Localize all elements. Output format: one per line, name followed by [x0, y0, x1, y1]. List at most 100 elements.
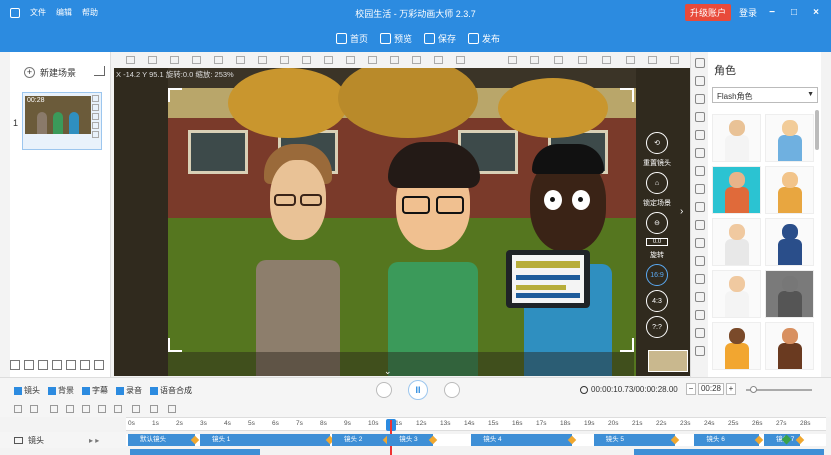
frame-corner[interactable] [168, 88, 182, 102]
align-icon[interactable] [50, 405, 58, 413]
distribute-h-icon[interactable] [346, 56, 355, 64]
grid-icon[interactable] [670, 56, 679, 64]
video-icon[interactable] [695, 220, 705, 230]
camera-segment[interactable]: 镜头 1 [200, 434, 330, 446]
new-scene-button[interactable]: + 新建场景 [24, 66, 76, 79]
camera-segment[interactable]: 默认镜头 [128, 434, 196, 446]
scene-elements-icon[interactable] [695, 58, 705, 68]
align-left-icon[interactable] [214, 56, 223, 64]
music-icon[interactable] [695, 202, 705, 212]
tab-record[interactable]: 录音 [116, 385, 142, 396]
track-segment[interactable] [130, 449, 260, 455]
scene-star-icon[interactable] [92, 131, 99, 138]
scene-more-icon[interactable] [94, 360, 104, 370]
copy-icon[interactable] [168, 405, 176, 413]
save-button[interactable]: 保存 [424, 32, 456, 45]
delete-icon[interactable] [648, 56, 657, 64]
home-button[interactable]: 首页 [336, 32, 368, 45]
comment-icon[interactable] [695, 148, 705, 158]
special-icon[interactable] [695, 238, 705, 248]
shape-icon[interactable] [695, 112, 705, 122]
track-segment[interactable] [634, 449, 824, 455]
paste-icon[interactable] [578, 56, 587, 64]
folder-icon[interactable] [695, 184, 705, 194]
hand-icon[interactable] [695, 274, 705, 284]
image-icon[interactable] [695, 76, 705, 86]
camera-track[interactable]: 默认镜头镜头 1镜头 2镜头 3镜头 4镜头 5镜头 6镜头 7 [126, 434, 826, 446]
ratio-4-3-button[interactable]: 4:3 [646, 290, 668, 312]
character-thumbnail[interactable] [712, 218, 761, 266]
character-category-select[interactable]: Flash角色 ▼ [712, 87, 818, 103]
expand-down-icon[interactable]: ⌄ [384, 366, 392, 376]
airplane-icon[interactable] [695, 256, 705, 266]
frame-corner[interactable] [620, 338, 634, 352]
camera-frame[interactable] [168, 88, 634, 352]
undo-icon[interactable] [126, 56, 135, 64]
tab-tts[interactable]: 语音合成 [150, 385, 192, 396]
stage-canvas[interactable]: X -14.2 Y 95.1 旋转:0.0 缩放: 253% ⟲ 重置镜头 ⌂ … [114, 68, 690, 376]
collapse-panel-icon[interactable]: › [680, 206, 683, 217]
filter-icon[interactable] [30, 405, 38, 413]
align-middle-icon[interactable] [302, 56, 311, 64]
align-icon[interactable] [114, 405, 122, 413]
lock-canvas-icon[interactable] [554, 56, 563, 64]
character-thumbnail[interactable] [765, 270, 814, 318]
reset-camera-button[interactable]: ⟲ [646, 132, 668, 154]
distribute-v-icon[interactable] [368, 56, 377, 64]
scene-delete-icon[interactable] [92, 104, 99, 111]
lock-scene-button[interactable]: ⌂ [646, 172, 668, 194]
close-button[interactable]: × [809, 7, 823, 18]
maximize-button[interactable]: □ [787, 7, 801, 18]
merge-icon[interactable] [132, 405, 140, 413]
layer-down-icon[interactable] [412, 56, 421, 64]
text-icon[interactable] [695, 94, 705, 104]
prev-frame-button[interactable] [376, 382, 392, 398]
camera-segment[interactable]: 镜头 6 [694, 434, 760, 446]
align-bottom-icon[interactable] [324, 56, 333, 64]
login-link[interactable]: 登录 [739, 6, 757, 19]
camera-segment[interactable]: 镜头 2 [332, 434, 388, 446]
zoom-in-icon[interactable] [508, 56, 517, 64]
layer-up-icon[interactable] [390, 56, 399, 64]
lock-icon[interactable] [170, 56, 179, 64]
slider-knob[interactable] [750, 386, 757, 393]
back-icon[interactable] [626, 56, 635, 64]
duration-plus-button[interactable]: + [726, 383, 736, 395]
frame-corner[interactable] [168, 338, 182, 352]
character-thumbnail[interactable] [712, 270, 761, 318]
align-top-icon[interactable] [280, 56, 289, 64]
panel-scrollbar[interactable] [815, 110, 819, 150]
chart-icon[interactable] [695, 292, 705, 302]
publish-button[interactable]: 发布 [468, 32, 500, 45]
scene-settings-icon[interactable] [92, 122, 99, 129]
ratio-16-9-button[interactable]: 16:9 [646, 264, 668, 286]
character-thumbnail[interactable] [765, 166, 814, 214]
rotate-icon[interactable] [456, 56, 465, 64]
tools-icon[interactable] [695, 130, 705, 140]
formula-icon[interactable] [695, 310, 705, 320]
character-thumbnail[interactable] [765, 322, 814, 370]
time-ruler[interactable]: 0s 1s 2s 3s 4s 5s 6s 7s 8s 9s 10s 11s 12s 13s 14s 15s 16… [126, 417, 826, 431]
character-thumbnail[interactable] [712, 322, 761, 370]
scene-thumbnail-card[interactable]: 00:28 [22, 92, 102, 150]
camera-segment[interactable]: 镜头 4 [471, 434, 572, 446]
tab-background[interactable]: 背景 [48, 385, 74, 396]
align-icon[interactable] [98, 405, 106, 413]
frame-corner[interactable] [620, 88, 634, 102]
align-icon[interactable] [66, 405, 74, 413]
scene-star-icon[interactable] [38, 360, 48, 370]
duration-input[interactable]: 00:28 [698, 383, 724, 395]
scene-tool-icon[interactable] [24, 360, 34, 370]
copy-icon[interactable] [148, 56, 157, 64]
scene-remove-icon[interactable] [80, 360, 90, 370]
scene-tool-icon[interactable] [10, 360, 20, 370]
zoom-slider[interactable] [746, 386, 812, 393]
preview-button[interactable]: 预览 [380, 32, 412, 45]
rotate-dial[interactable]: ⊖ [646, 212, 668, 234]
align-icon[interactable] [82, 405, 90, 413]
next-frame-button[interactable] [444, 382, 460, 398]
align-center-icon[interactable] [236, 56, 245, 64]
clipboard-icon[interactable] [602, 56, 611, 64]
character-thumbnail[interactable] [712, 166, 761, 214]
drop-icon[interactable] [695, 328, 705, 338]
